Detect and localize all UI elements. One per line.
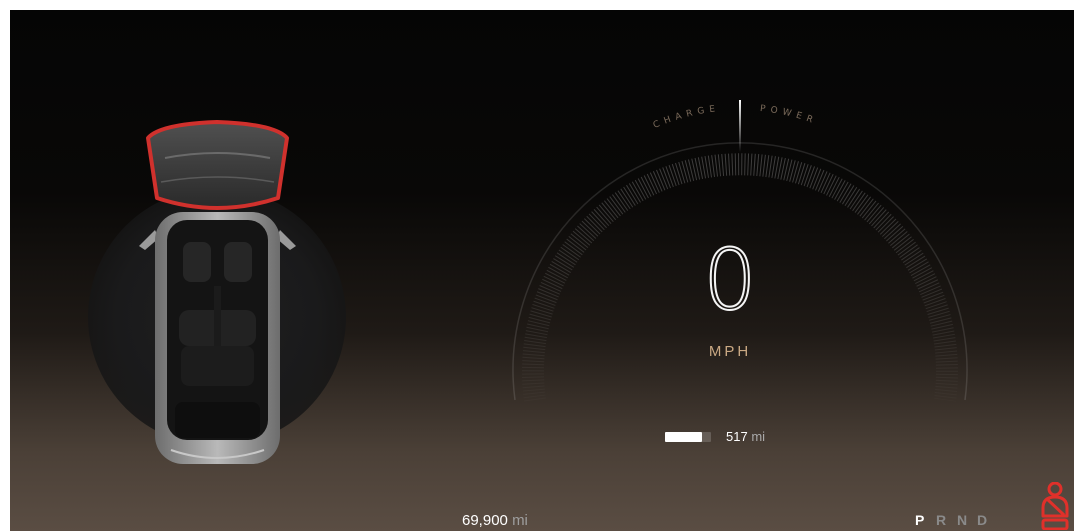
range-readout: 517 mi <box>726 429 765 444</box>
odometer-value: 69,900 <box>462 512 508 529</box>
arc-label-right: POWER <box>759 104 813 127</box>
svg-text:CHARGE: CHARGE <box>652 104 721 131</box>
speed-unit: MPH <box>708 343 752 360</box>
odometer: 69,900 mi <box>462 512 528 529</box>
svg-text:POWER: POWER <box>759 104 818 127</box>
range-value: 517 <box>726 429 748 444</box>
gear-p: P <box>915 512 925 528</box>
instrument-cluster: CHARGE POWER 0 MPH 517 mi 69,900 mi P R … <box>10 10 1074 531</box>
gear-r: R <box>936 512 947 528</box>
gear-d: D <box>977 512 988 528</box>
arc-label-left: CHARGE <box>652 104 716 131</box>
car-top-view-icon <box>139 120 296 464</box>
gear-n: N <box>957 512 968 528</box>
speed-value: 0 <box>702 231 757 329</box>
battery-fill <box>665 432 702 442</box>
seatbelt-warning-icon <box>1041 482 1069 530</box>
range-unit: mi <box>751 429 766 444</box>
odometer-unit: mi <box>512 512 528 529</box>
battery-bar <box>665 432 711 442</box>
